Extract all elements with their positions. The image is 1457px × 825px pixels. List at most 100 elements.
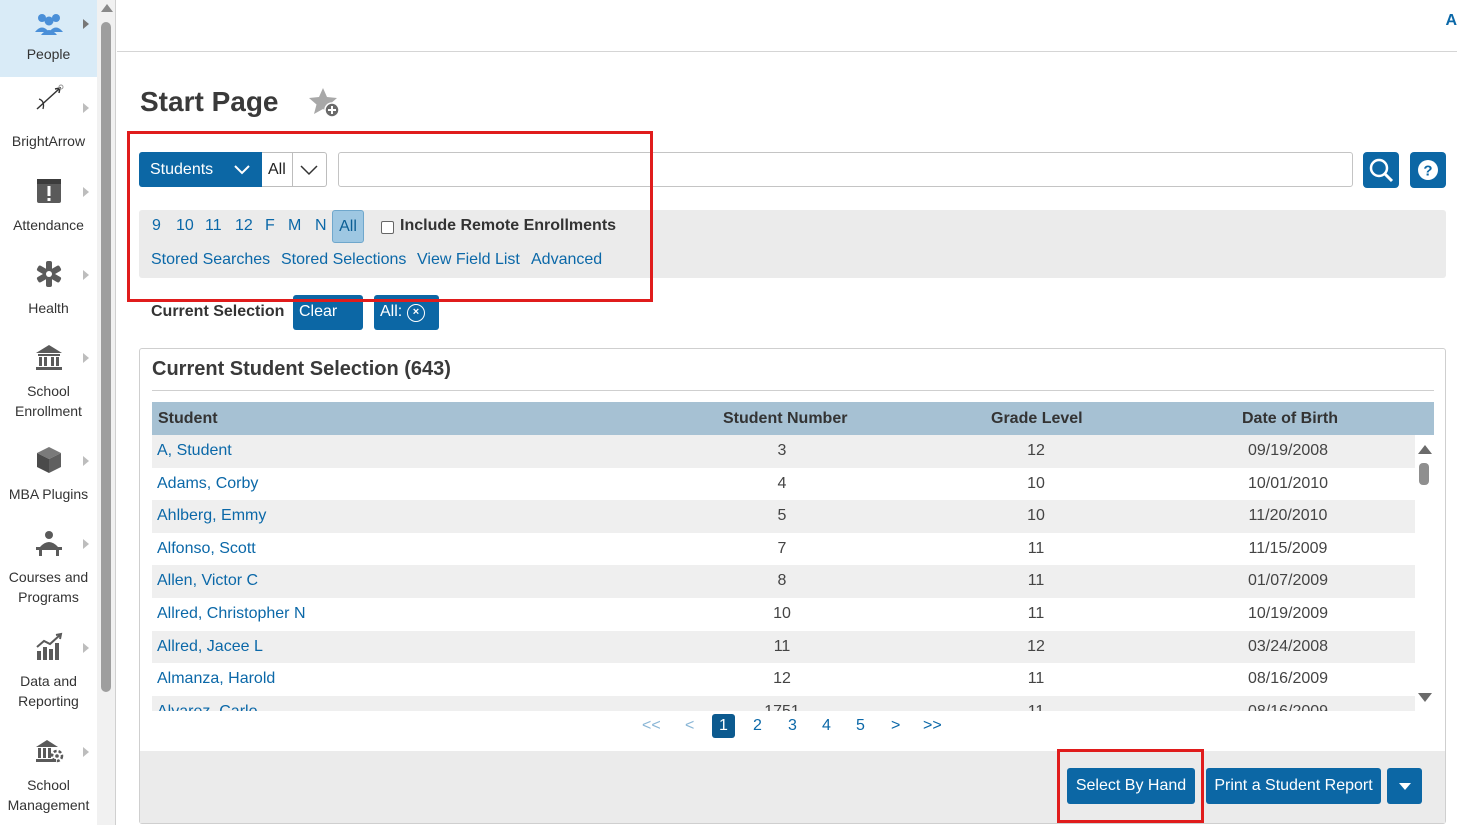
grade-level-cell: 11 [1027,572,1045,590]
student-name-link[interactable]: Alvarez, Carlo [157,696,257,711]
grade-level-cell: 10 [1027,474,1045,492]
chip-label: All: [380,303,403,320]
table-scrollbar[interactable] [1415,435,1434,711]
nav-item-brightarrow[interactable]: BrightArrow [0,83,97,158]
student-name-link[interactable]: A, Student [157,435,232,468]
date-of-birth-cell: 10/19/2009 [1247,604,1329,622]
grade-level-cell: 11 [1027,604,1045,622]
nav-label: Data and Reporting [18,673,79,709]
student-number-cell: 7 [777,539,787,557]
report-menu-dropdown-button[interactable] [1387,768,1422,804]
nav-item-attendance[interactable]: Attendance [0,175,97,240]
health-icon [36,261,61,287]
date-of-birth-cell: 01/07/2009 [1247,572,1329,590]
search-icon [1369,158,1394,183]
student-name-link[interactable]: Ahlberg, Emmy [157,500,266,533]
nav-item-data-and-reporting[interactable]: Data and Reporting [0,631,97,713]
mba-plugins-icon [36,447,61,473]
grade-level-cell: 10 [1027,507,1045,525]
pagination-prev[interactable]: < [685,715,694,737]
nav-item-health[interactable]: Health [0,258,97,323]
table-row[interactable]: Almanza, Harold 12 11 08/16/2009 [152,663,1415,696]
data-reporting-icon [35,632,62,660]
column-header-date-of-birth[interactable]: Date of Birth [1242,402,1338,435]
highlight-box-select-by-hand [1057,749,1204,823]
column-header-student[interactable]: Student [158,402,218,435]
print-student-report-button[interactable]: Print a Student Report [1206,768,1381,804]
chevron-right-icon [83,539,89,549]
results-title: Current Student Selection (643) [152,358,451,380]
top-bar-corner-text[interactable]: A [1445,12,1457,30]
grade-level-cell: 12 [1027,442,1045,459]
student-number-cell: 12 [773,670,791,688]
nav-item-school-enrollment[interactable]: School Enrollment [0,341,97,423]
student-number-cell: 5 [777,507,787,525]
student-name-link[interactable]: Allen, Victor C [157,565,258,598]
search-button[interactable] [1363,152,1399,188]
pagination-first[interactable]: << [642,715,661,737]
scroll-down-arrow-icon[interactable] [1418,693,1432,702]
scroll-up-arrow-icon[interactable] [101,4,113,12]
pagination-page[interactable]: 4 [822,715,831,737]
student-name-link[interactable]: Almanza, Harold [157,663,275,696]
nav-item-school-management[interactable]: School Management [0,735,97,817]
chevron-right-icon [83,187,89,197]
close-icon[interactable]: × [407,304,425,322]
help-button[interactable]: ? [1410,152,1446,188]
student-name-link[interactable]: Adams, Corby [157,468,258,501]
student-number-cell: 1751 [712,696,852,711]
table-row[interactable]: Allen, Victor C 8 11 01/07/2009 [152,565,1415,598]
grade-level-cell: 11 [1027,539,1045,557]
table-header: Student Student Number Grade Level Date … [152,402,1434,435]
nav-item-courses-and-programs[interactable]: Courses and Programs [0,527,97,609]
column-header-grade-level[interactable]: Grade Level [991,402,1083,435]
sidebar-scrollbar[interactable] [97,0,116,825]
pagination-last[interactable]: >> [923,715,942,737]
pagination-page[interactable]: 2 [753,715,762,737]
table-row[interactable]: Allred, Christopher N 10 11 10/19/2009 [152,598,1415,631]
nav-label: MBA Plugins [8,486,89,502]
pagination-page-current[interactable]: 1 [712,714,735,738]
table-row[interactable]: Alvarez, Carlo 1751 11 08/16/2009 [152,695,1415,711]
school-management-icon [35,740,63,763]
nav-label: BrightArrow [11,133,86,149]
column-header-student-number[interactable]: Student Number [723,402,847,435]
table-row[interactable]: Allred, Jacee L 11 12 03/24/2008 [152,630,1415,664]
student-number-cell: 8 [777,572,787,590]
brightarrow-icon [35,84,63,110]
chevron-right-icon [83,456,89,466]
scrollbar-thumb[interactable] [101,22,111,692]
pagination-next[interactable]: > [891,715,900,737]
scrollbar-thumb[interactable] [1419,463,1429,485]
nav-label: Health [28,300,69,316]
scroll-up-arrow-icon[interactable] [1418,445,1432,454]
student-number-cell: 4 [777,474,787,492]
date-of-birth-cell: 09/19/2008 [1247,442,1329,459]
table-row[interactable]: Ahlberg, Emmy 5 10 11/20/2010 [152,500,1415,533]
table-row[interactable]: A, Student 3 12 09/19/2008 [152,435,1415,468]
student-name-link[interactable]: Allred, Christopher N [157,598,306,631]
add-favorite-star-icon[interactable] [308,86,342,120]
table-row[interactable]: Adams, Corby 4 10 10/01/2010 [152,468,1415,501]
nav-item-people[interactable]: People [0,0,97,77]
chevron-right-icon [83,643,89,653]
table-row[interactable]: Alfonso, Scott 7 11 11/15/2009 [152,533,1415,566]
student-number-cell: 3 [777,442,787,459]
student-name-link[interactable]: Allred, Jacee L [157,631,263,664]
nav-item-mba-plugins[interactable]: MBA Plugins [0,444,97,504]
student-number-cell: 11 [773,637,791,655]
divider [152,390,1434,391]
pagination-page[interactable]: 5 [856,715,865,737]
page-title: Start Page [140,86,279,117]
pagination-page[interactable]: 3 [788,715,797,737]
left-nav-sidebar: People BrightArrow Attendance Health Sch… [0,0,97,825]
nav-label: School Management [7,777,90,813]
student-number-cell: 10 [773,604,791,622]
courses-icon [35,531,62,556]
student-table-body[interactable]: A, Student 3 12 09/19/2008 Adams, Corby 4 10 10… [152,435,1415,711]
chevron-right-icon [83,19,89,29]
chevron-right-icon [83,747,89,757]
help-icon: ? [1418,160,1438,180]
date-of-birth-cell: 10/01/2010 [1247,474,1329,492]
student-name-link[interactable]: Alfonso, Scott [157,533,256,566]
